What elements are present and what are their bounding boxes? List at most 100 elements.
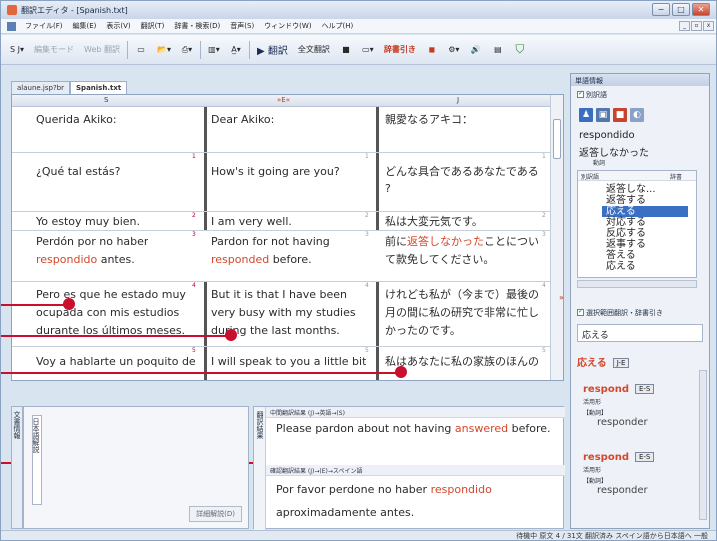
intermediate-cell[interactable]: How's it going are you? [211,163,340,180]
table-row[interactable]: 2 2 2 Yo estoy muy bien. I am very well.… [12,211,552,230]
dictionary-lookup-button[interactable]: 辞書引き [381,40,419,60]
selection-translate-checkbox[interactable]: 選択範囲翻訳・辞書引き [577,307,663,318]
document-scrollbar[interactable] [550,95,563,380]
list-item[interactable]: 応える [606,261,686,272]
menu-edit[interactable]: 編集(E) [68,21,102,31]
list-item[interactable]: 返事する [606,239,686,250]
check-result-text[interactable]: aproximadamente antes. [276,506,414,519]
target-cell[interactable]: かったのです。 [385,322,461,339]
highlighted-word[interactable]: 返答しなかった [407,235,484,248]
edit-mode-button[interactable]: 編集モード [31,40,77,60]
translation-document[interactable]: S »E« J Querida Akiko: Dear Akiko: 親愛なるア… [11,94,564,381]
list-item[interactable]: 反応する [606,228,686,239]
translate-all-button[interactable]: 全文翻訳 [295,40,333,60]
source-cell[interactable]: ocupada con mis estudios [36,304,179,321]
new-document-icon[interactable]: ▭ [132,40,150,60]
list-item[interactable]: 返答しな... [606,184,686,195]
intermediate-cell[interactable]: I am very well. [211,213,292,230]
table-row[interactable]: 1 1 1 ¿Qué tal estás? How's it going are… [12,152,552,211]
intermediate-cell[interactable]: But it is that I have been [211,286,347,303]
target-cell[interactable]: ? [385,180,391,197]
font-icon[interactable]: A̲▾ [227,40,245,60]
target-cell[interactable]: 月の間に私の研究で非常に忙し [385,304,539,321]
print-icon[interactable]: ⎙▾ [178,40,196,60]
doc-close-button[interactable]: x [703,21,714,31]
list-item[interactable]: 返答する [606,195,686,206]
source-cell[interactable]: Yo estoy muy bien. [36,213,140,230]
intermediate-result-text[interactable]: Please pardon about not having answered … [276,422,551,435]
source-cell[interactable]: respondido antes. [36,251,135,268]
dictionary-entry[interactable]: respond E-S 活用形 【動詞】 responder [583,452,693,496]
target-cell[interactable]: どんな具合であるあなたである [385,163,539,180]
intermediate-cell[interactable]: Pardon for not having [211,233,330,250]
highlighted-word[interactable]: respondido [431,483,492,496]
source-cell[interactable]: Querida Akiko: [36,111,117,128]
stop-button[interactable]: ■ [337,40,355,60]
list-item-selected[interactable]: 応える [602,206,688,217]
language-selector[interactable]: S J▾ [7,40,27,60]
intermediate-cell[interactable]: responded before. [211,251,312,268]
intermediate-cell[interactable]: Dear Akiko: [211,111,274,128]
register-icon[interactable]: ▣ [596,108,610,122]
detail-explanation-button[interactable]: 詳細解説(D) [189,506,242,522]
menu-window[interactable]: ウィンドウ(W) [259,21,316,31]
target-cell[interactable]: 私はあなたに私の家族のほんの [385,353,539,370]
highlighted-word[interactable]: responded [211,253,269,266]
target-cell[interactable]: て款免してください。 [385,251,494,268]
translate-button[interactable]: ▶ 翻訳 [254,40,291,60]
tab-alaune[interactable]: alaune.jsp?br [11,81,71,94]
person-icon[interactable]: ♟ [579,108,593,122]
translation-result-label: 翻訳結果 [254,407,266,530]
dictionary-icon[interactable]: ◼ [423,40,441,60]
menu-view[interactable]: 表示(V) [101,21,135,31]
entry-scrollbar[interactable] [699,370,707,520]
doc-minimize-button[interactable]: _ [679,21,690,31]
layout-icon[interactable]: ▥▾ [205,40,223,60]
alt-translation-list[interactable]: 別訳語 辞書 返答しな... 返答する 応える 対応する 反応する 返事する 答え… [577,170,697,278]
open-folder-icon[interactable]: 📂▾ [154,40,174,60]
table-row[interactable]: Querida Akiko: Dear Akiko: 親愛なるアキコ： [12,107,552,152]
shield-icon[interactable]: ⛉ [511,40,529,60]
target-cell[interactable]: 前に返答しなかったことについ [385,233,539,250]
check-result-text[interactable]: Por favor perdone no haber respondido [276,483,492,496]
table-row[interactable]: 5 5 5 Voy a hablarte un poquito de I wil… [12,346,552,380]
web-translate-button[interactable]: Web 翻訳 [81,40,123,60]
menu-speech[interactable]: 音声(S) [225,21,259,31]
speaker-icon[interactable]: 🔊 [467,40,485,60]
dictionary-entry[interactable]: respond E-S 活用形 【動詞】 responder [583,384,693,428]
source-cell[interactable]: ¿Qué tal estás? [36,163,120,180]
source-cell[interactable]: Pero es que he estado muy [36,286,186,303]
alt-translation-checkbox[interactable]: 別訳語 [577,89,607,100]
tab-spanish[interactable]: Spanish.txt [70,81,128,94]
document-info-tab[interactable]: 文書情報 [11,406,23,529]
target-cell[interactable]: けれども私が（今まで）最後の [385,286,539,303]
speech-icon[interactable]: ◐ [630,108,644,122]
panel-icon[interactable]: ▤ [489,40,507,60]
highlighted-word[interactable]: answered [455,422,508,435]
list-item[interactable]: 答える [606,250,686,261]
intermediate-cell[interactable]: I will speak to you a little bit [211,353,366,370]
menu-help[interactable]: ヘルプ(H) [317,21,359,31]
menu-dictionary[interactable]: 辞書・検索(D) [169,21,225,31]
screen-icon[interactable]: ▭▾ [359,40,377,60]
dictionary-book-icon[interactable]: ■ [613,108,627,122]
target-cell[interactable]: 私は大変元気です。 [385,213,483,230]
minimize-button[interactable]: − [652,3,670,16]
panel-splitter-icon[interactable]: » [559,293,564,302]
source-cell[interactable]: Perdón por no haber [36,233,148,250]
source-cell[interactable]: Voy a hablarte un poquito de [36,353,196,370]
maximize-button[interactable]: □ [672,3,690,16]
doc-restore-button[interactable]: ▫ [691,21,702,31]
scrollbar-thumb[interactable] [553,119,561,159]
target-cell[interactable]: 親愛なるアキコ： [385,111,473,128]
menu-file[interactable]: ファイル(F) [20,21,68,31]
intermediate-cell[interactable]: very busy with my studies [211,304,356,321]
menu-translate[interactable]: 翻訳(T) [136,21,170,31]
lookup-input[interactable]: 応える [577,324,703,342]
table-row-selected[interactable]: 3 3 3 Perdón por no haber Pardon for not… [12,230,552,281]
settings-icon[interactable]: ⚙▾ [445,40,463,60]
list-item[interactable]: 対応する [606,217,686,228]
list-scrollbar[interactable] [577,280,697,288]
highlighted-word[interactable]: respondido [36,253,97,266]
close-button[interactable]: ✕ [692,3,710,16]
